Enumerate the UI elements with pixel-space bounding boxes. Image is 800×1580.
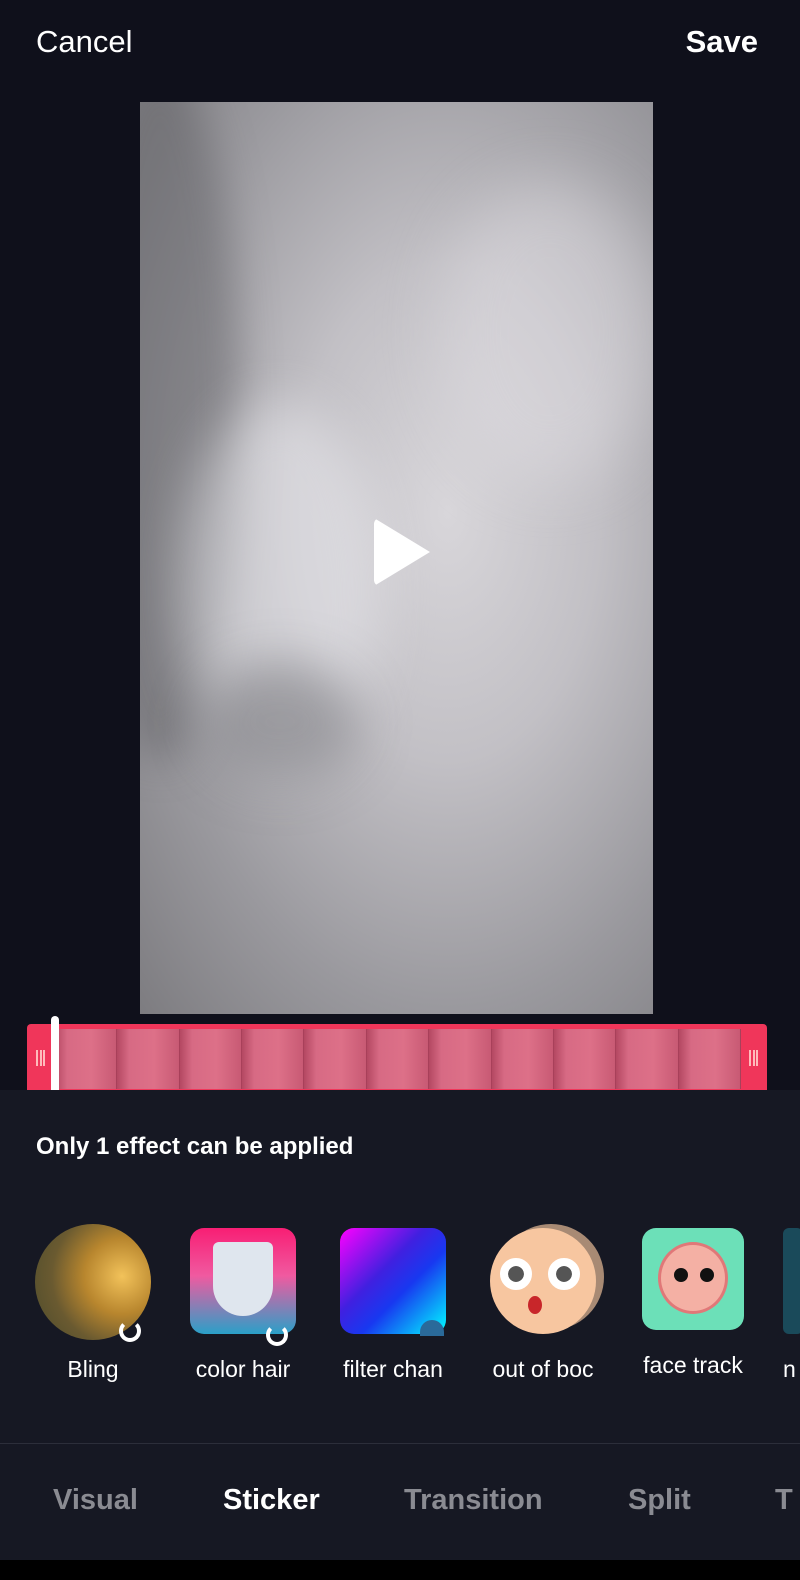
effect-out-of-body[interactable]: out of boc — [483, 1228, 603, 1383]
trim-handle-right[interactable] — [749, 1050, 758, 1066]
trim-handle-left[interactable] — [36, 1050, 45, 1066]
effect-label: filter chan — [343, 1356, 443, 1382]
timeline-frame — [179, 1029, 243, 1089]
tab-sticker[interactable]: Sticker — [223, 1484, 320, 1517]
timeline-frame — [553, 1029, 617, 1089]
eye — [674, 1268, 688, 1282]
effect-bling[interactable]: Bling — [33, 1224, 153, 1383]
timeline-frame — [429, 1029, 492, 1089]
timeline-frame — [366, 1029, 430, 1089]
effect-label: face track — [643, 1352, 743, 1378]
bling-thumbnail — [35, 1224, 151, 1342]
effect-label: Bling — [67, 1356, 119, 1382]
face — [658, 1242, 728, 1314]
hair-shape — [213, 1242, 273, 1316]
timeline-frame — [304, 1029, 367, 1089]
effect-face-track[interactable]: face track — [633, 1228, 753, 1379]
tab-visual[interactable]: Visual — [53, 1484, 138, 1517]
system-bar — [0, 1560, 800, 1580]
tab-next[interactable]: T — [775, 1484, 793, 1517]
timeline-frame — [55, 1029, 118, 1089]
loading-icon — [266, 1324, 288, 1346]
effect-label: n — [783, 1356, 796, 1382]
timeline-strip[interactable] — [27, 1024, 767, 1094]
effect-next[interactable]: n — [783, 1228, 800, 1383]
tab-split[interactable]: Split — [628, 1484, 691, 1517]
loading-icon — [119, 1320, 141, 1342]
eye — [548, 1258, 580, 1290]
timeline-frame — [616, 1029, 679, 1089]
face-track-thumbnail — [642, 1228, 744, 1330]
timeline-frame — [678, 1029, 741, 1089]
filter-change-thumbnail — [340, 1228, 446, 1336]
timeline-frame — [491, 1029, 554, 1089]
timeline-frame — [117, 1029, 180, 1089]
effect-limit-hint: Only 1 effect can be applied — [36, 1133, 354, 1160]
timeline-frames — [55, 1029, 741, 1089]
eye — [500, 1258, 532, 1290]
color-hair-thumbnail — [190, 1228, 296, 1346]
timeline-frame — [242, 1029, 305, 1089]
effect-label: color hair — [195, 1356, 291, 1382]
effect-color-hair[interactable]: color hair — [183, 1228, 303, 1383]
effect-label: out of boc — [492, 1356, 594, 1382]
tab-transition[interactable]: Transition — [404, 1484, 543, 1517]
out-of-body-thumbnail — [490, 1228, 596, 1334]
effect-filter-change[interactable]: filter chan — [333, 1228, 453, 1383]
divider — [0, 1443, 800, 1444]
save-button[interactable]: Save — [686, 24, 758, 60]
mouth — [528, 1296, 542, 1314]
download-icon — [420, 1320, 444, 1336]
eye — [700, 1268, 714, 1282]
next-thumbnail — [783, 1228, 800, 1334]
cancel-button[interactable]: Cancel — [36, 24, 133, 60]
play-icon[interactable] — [374, 518, 430, 586]
